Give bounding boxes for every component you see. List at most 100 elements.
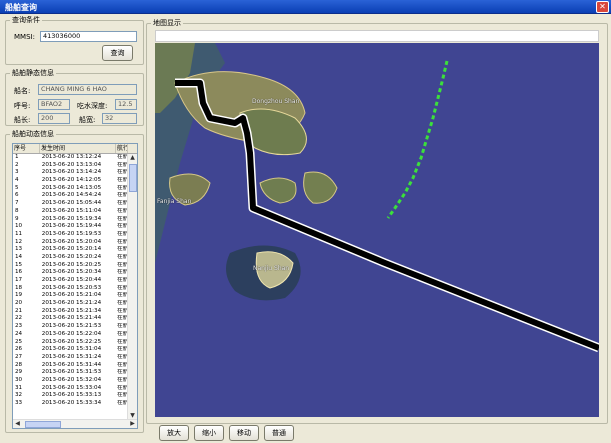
row-status: 在航 <box>117 376 127 383</box>
table-row[interactable]: 10 2013-06-20 15:19:44 在航 <box>13 223 127 231</box>
horizontal-scrollbar[interactable]: ◀ ▶ <box>13 419 137 428</box>
row-time: 2013-06-20 15:22:04 <box>41 330 102 337</box>
table-row[interactable]: 6 2013-06-20 14:54:24 在航 <box>13 192 127 200</box>
table-row[interactable]: 24 2013-06-20 15:22:04 在航 <box>13 331 127 339</box>
row-status: 在航 <box>117 223 127 230</box>
row-time: 2013-06-20 14:54:24 <box>41 192 102 199</box>
map-label-dongzhou-shan: Dongzhou Shan <box>252 98 300 105</box>
row-time: 2013-06-20 13:13:04 <box>41 161 102 168</box>
row-index: 30 <box>15 376 23 383</box>
row-status: 在航 <box>117 392 127 399</box>
table-row[interactable]: 1 2013-06-20 13:12:24 在航 <box>13 154 127 162</box>
row-time: 2013-06-20 15:21:34 <box>41 307 102 314</box>
row-index: 14 <box>15 253 23 260</box>
row-status: 在航 <box>117 246 127 253</box>
table-row[interactable]: 27 2013-06-20 15:31:24 在航 <box>13 354 127 362</box>
table-row[interactable]: 8 2013-06-20 15:11:04 在航 <box>13 208 127 216</box>
horizontal-scroll-thumb[interactable] <box>25 421 61 428</box>
table-row[interactable]: 26 2013-06-20 15:31:04 在航 <box>13 346 127 354</box>
row-time: 2013-06-20 15:19:53 <box>41 230 102 237</box>
row-index: 4 <box>15 177 19 184</box>
table-row[interactable]: 28 2013-06-20 15:31:44 在航 <box>13 362 127 370</box>
table-row[interactable]: 7 2013-06-20 15:05:44 在航 <box>13 200 127 208</box>
close-button[interactable]: ✕ <box>596 1 609 13</box>
row-time: 2013-06-20 15:19:44 <box>41 223 102 230</box>
vertical-scroll-thumb[interactable] <box>129 164 137 192</box>
mmsi-label: MMSI: <box>14 33 35 41</box>
map-canvas[interactable] <box>155 43 599 417</box>
table-row[interactable]: 17 2013-06-20 15:20:44 在航 <box>13 277 127 285</box>
column-header-status[interactable]: 航行 <box>116 144 128 153</box>
row-status: 在航 <box>117 177 127 184</box>
table-row[interactable]: 19 2013-06-20 15:21:04 在航 <box>13 292 127 300</box>
table-row[interactable]: 25 2013-06-20 15:22:25 在航 <box>13 339 127 347</box>
row-status: 在航 <box>117 169 127 176</box>
vertical-scrollbar[interactable]: ▲ ▼ <box>127 154 137 420</box>
row-index: 9 <box>15 215 19 222</box>
row-index: 7 <box>15 200 19 207</box>
length-field: 200 <box>38 113 70 124</box>
scroll-left-icon[interactable]: ◀ <box>13 420 22 428</box>
row-index: 27 <box>15 353 23 360</box>
row-time: 2013-06-20 15:11:04 <box>41 207 102 214</box>
scroll-right-icon[interactable]: ▶ <box>128 420 137 428</box>
row-index: 12 <box>15 238 23 245</box>
table-row[interactable]: 18 2013-06-20 15:20:53 在航 <box>13 285 127 293</box>
table-row[interactable]: 21 2013-06-20 15:21:34 在航 <box>13 308 127 316</box>
table-row[interactable]: 32 2013-06-20 15:33:13 在航 <box>13 392 127 400</box>
row-time: 2013-06-20 14:12:05 <box>41 177 102 184</box>
table-row[interactable]: 9 2013-06-20 15:19:34 在航 <box>13 216 127 224</box>
query-button[interactable]: 查询 <box>102 45 133 61</box>
row-status: 在航 <box>117 215 127 222</box>
mmsi-input[interactable]: 413036000 <box>40 31 137 42</box>
query-group-label: 查询条件 <box>12 16 40 24</box>
row-time: 2013-06-20 13:14:24 <box>41 169 102 176</box>
row-time: 2013-06-20 15:33:13 <box>41 392 102 399</box>
table-row[interactable]: 15 2013-06-20 15:20:25 在航 <box>13 262 127 270</box>
row-status: 在航 <box>117 361 127 368</box>
callsign-label: 呼号: <box>14 102 31 110</box>
table-row[interactable]: 20 2013-06-20 15:21:24 在航 <box>13 300 127 308</box>
row-index: 26 <box>15 346 23 353</box>
row-time: 2013-06-20 15:21:44 <box>41 315 102 322</box>
table-row[interactable]: 13 2013-06-20 15:20:14 在航 <box>13 246 127 254</box>
row-status: 在航 <box>117 277 127 283</box>
table-row[interactable]: 14 2013-06-20 15:20:24 在航 <box>13 254 127 262</box>
row-status: 在航 <box>117 384 127 391</box>
row-time: 2013-06-20 15:20:04 <box>41 238 102 245</box>
scroll-up-icon[interactable]: ▲ <box>128 154 137 162</box>
row-index: 18 <box>15 284 23 291</box>
row-index: 1 <box>15 154 19 160</box>
table-row[interactable]: 33 2013-06-20 15:33:34 在航 <box>13 400 127 408</box>
table-row[interactable]: 11 2013-06-20 15:19:53 在航 <box>13 231 127 239</box>
table-row[interactable]: 2 2013-06-20 13:13:04 在航 <box>13 162 127 170</box>
zoom-out-button[interactable]: 缩小 <box>194 425 224 441</box>
row-status: 在航 <box>117 369 127 376</box>
table-row[interactable]: 16 2013-06-20 15:20:34 在航 <box>13 269 127 277</box>
draft-label: 吃水深度: <box>77 102 108 110</box>
column-header-index[interactable]: 序号 <box>13 144 40 153</box>
table-row[interactable]: 31 2013-06-20 15:33:04 在航 <box>13 385 127 393</box>
table-row[interactable]: 12 2013-06-20 15:20:04 在航 <box>13 239 127 247</box>
table-row[interactable]: 5 2013-06-20 14:13:05 在航 <box>13 185 127 193</box>
table-row[interactable]: 22 2013-06-20 15:21:44 在航 <box>13 315 127 323</box>
table-header: 序号 发生时间 航行 <box>13 144 137 154</box>
track-table[interactable]: 序号 发生时间 航行 1 2013-06-20 13:12:24 在航 2 2013-0… <box>12 143 138 429</box>
table-row[interactable]: 23 2013-06-20 15:21:53 在航 <box>13 323 127 331</box>
table-row[interactable]: 29 2013-06-20 15:31:53 在航 <box>13 369 127 377</box>
normal-view-button[interactable]: 普通 <box>264 425 294 441</box>
row-status: 在航 <box>117 292 127 299</box>
table-row[interactable]: 4 2013-06-20 14:12:05 在航 <box>13 177 127 185</box>
map-view[interactable]: Fanjia Shan Nanjiu Shan Dongzhou Shan <box>155 43 599 417</box>
table-row[interactable]: 3 2013-06-20 13:14:24 在航 <box>13 169 127 177</box>
row-time: 2013-06-20 15:21:24 <box>41 300 102 307</box>
row-time: 2013-06-20 15:22:25 <box>41 338 102 345</box>
row-index: 16 <box>15 269 23 276</box>
pan-button[interactable]: 移动 <box>229 425 259 441</box>
row-index: 6 <box>15 192 19 199</box>
row-time: 2013-06-20 15:31:53 <box>41 369 102 376</box>
zoom-in-button[interactable]: 放大 <box>159 425 189 441</box>
row-time: 2013-06-20 15:20:34 <box>41 269 102 276</box>
column-header-time[interactable]: 发生时间 <box>40 144 116 153</box>
table-row[interactable]: 30 2013-06-20 15:32:04 在航 <box>13 377 127 385</box>
